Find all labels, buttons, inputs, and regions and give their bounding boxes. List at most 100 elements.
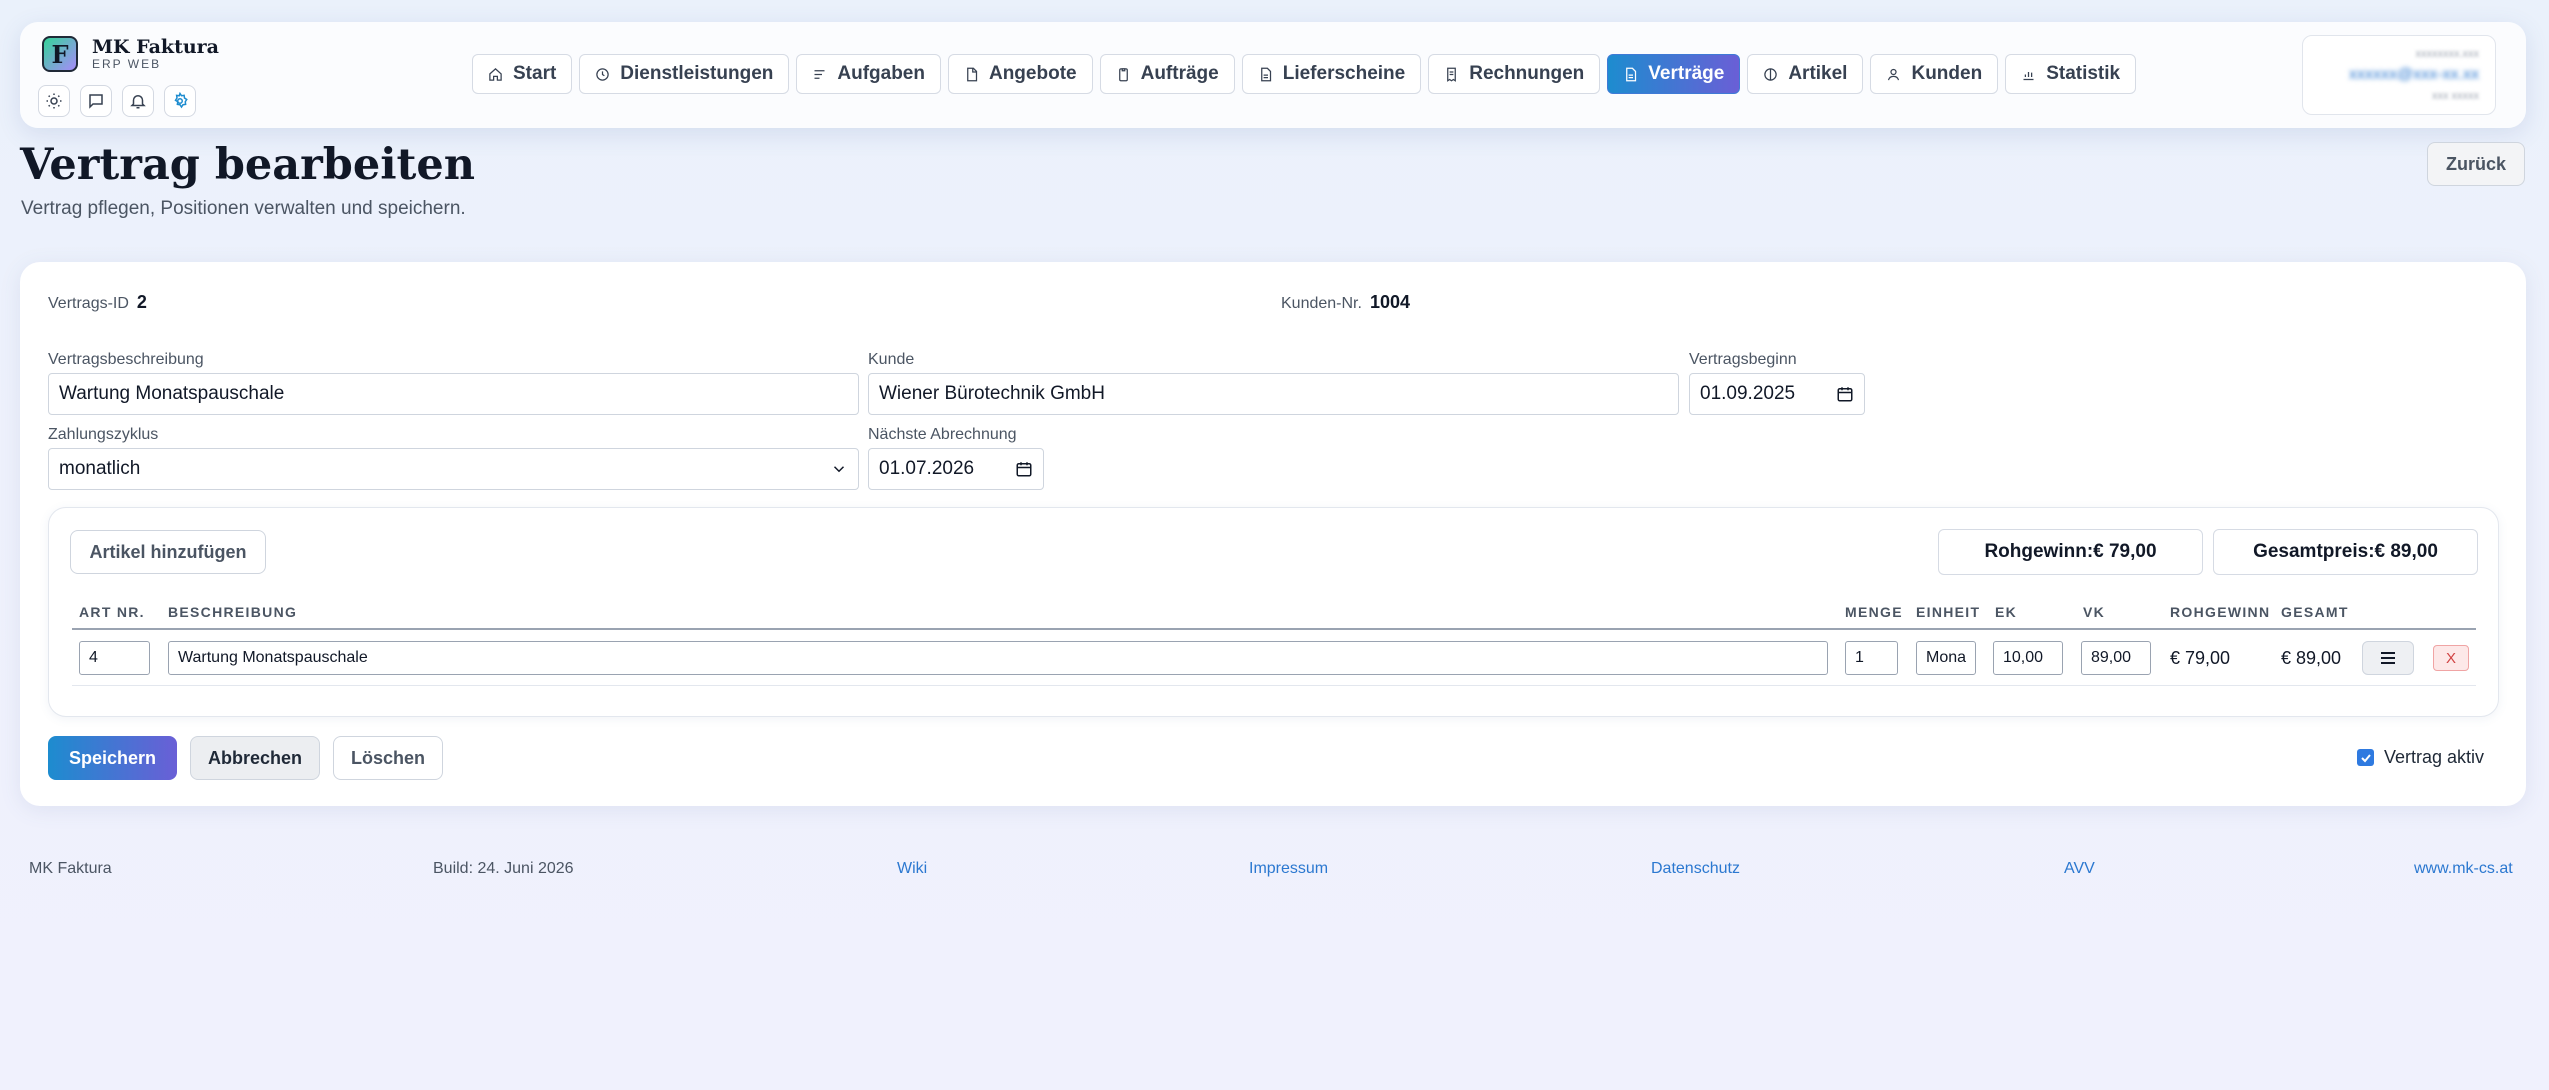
row-gross-profit: € 79,00	[2170, 648, 2231, 668]
contract-active-checkbox[interactable]	[2357, 749, 2374, 766]
ek-input[interactable]: 10,00	[1993, 641, 2063, 675]
nav-auftraege[interactable]: Aufträge	[1099, 54, 1235, 94]
clipboard-icon	[1118, 67, 1128, 81]
next-billing-label: Nächste Abrechnung	[868, 426, 1017, 443]
payment-cycle-value: monatlich	[59, 458, 141, 479]
gross-profit-summary: Rohgewinn:€ 79,00	[1938, 529, 2203, 575]
user-line-1: xxxxxxxx.xxx	[2415, 48, 2479, 60]
nav-angebote[interactable]: Angebote	[947, 54, 1093, 94]
col-header-quantity: MENGE	[1845, 604, 1903, 620]
delete-button[interactable]: Löschen	[333, 736, 443, 780]
user-email: xxxxxx@xxx-xx.xx	[2348, 66, 2479, 83]
footer-app-name: MK Faktura	[29, 860, 112, 877]
nav-artikel[interactable]: Artikel	[1747, 54, 1864, 94]
nav-start-label: Start	[513, 63, 557, 84]
customer-label: Kunde	[868, 351, 915, 368]
settings-button[interactable]	[164, 85, 196, 117]
notifications-button[interactable]	[122, 85, 154, 117]
user-menu[interactable]: xxxxxxxx.xxx xxxxxx@xxx-xx.xx xxx xxxxx	[2302, 35, 2496, 115]
brand[interactable]: F MK Faktura ERP WEB	[42, 36, 219, 72]
art-nr-input[interactable]: 4	[79, 641, 150, 675]
cancel-button[interactable]: Abbrechen	[190, 736, 320, 780]
theme-toggle-button[interactable]	[38, 85, 70, 117]
check-icon	[2360, 753, 2371, 762]
next-billing-value: 01.07.2026	[879, 458, 975, 479]
nav-lieferscheine-label: Lieferscheine	[1282, 63, 1406, 84]
footer-link-wiki[interactable]: Wiki	[897, 860, 927, 878]
footer-link-website[interactable]: www.mk-cs.at	[2414, 860, 2513, 878]
bell-icon	[130, 95, 146, 109]
page-title: Vertrag bearbeiten	[20, 140, 476, 190]
calendar-icon[interactable]	[1836, 385, 1854, 403]
nav-statistik-label: Statistik	[2046, 63, 2121, 84]
gear-icon	[174, 92, 188, 109]
top-navigation-bar: F MK Faktura ERP WEB Start Dienstleistun…	[20, 22, 2526, 128]
nav-statistik[interactable]: Statistik	[2005, 54, 2137, 94]
customer-number-value: 1004	[1369, 292, 1410, 312]
chevron-down-icon	[833, 466, 845, 473]
chart-icon	[2023, 71, 2034, 80]
nav-rechnungen[interactable]: Rechnungen	[1428, 54, 1601, 94]
customer-number-label: Kunden-Nr.	[1281, 295, 1362, 312]
messages-button[interactable]	[80, 85, 112, 117]
row-description-input[interactable]: Wartung Monatspauschale	[168, 641, 1828, 675]
add-article-button[interactable]: Artikel hinzufügen	[70, 530, 266, 574]
footer-link-privacy[interactable]: Datenschutz	[1651, 860, 1740, 878]
unit-input[interactable]: Mona	[1916, 641, 1976, 675]
contract-active-toggle[interactable]: Vertrag aktiv	[2357, 747, 2484, 768]
nav-auftraege-label: Aufträge	[1140, 63, 1219, 84]
footer-link-imprint[interactable]: Impressum	[1249, 860, 1328, 878]
back-button[interactable]: Zurück	[2427, 142, 2525, 186]
col-header-vk: VK	[2083, 604, 2106, 620]
row-total: € 89,00	[2281, 648, 2342, 668]
user-line-3: xxx xxxxx	[2431, 90, 2479, 102]
hamburger-icon	[2381, 652, 2395, 664]
total-price-summary: Gesamtpreis:€ 89,00	[2213, 529, 2478, 575]
nav-lieferscheine[interactable]: Lieferscheine	[1241, 54, 1422, 94]
col-header-description: BESCHREIBUNG	[168, 604, 298, 620]
col-header-total: GESAMT	[2281, 604, 2349, 620]
row-menu-button[interactable]	[2362, 641, 2414, 675]
contract-id-value: 2	[136, 292, 147, 312]
footer-link-avv[interactable]: AVV	[2064, 860, 2095, 878]
brand-logo: F	[42, 36, 78, 72]
row-delete-button[interactable]: X	[2433, 645, 2469, 671]
description-label: Vertragsbeschreibung	[48, 351, 204, 368]
quick-actions	[38, 85, 196, 117]
nav-kunden-label: Kunden	[1911, 63, 1983, 84]
home-icon	[489, 67, 502, 81]
nav-vertraege[interactable]: Verträge	[1607, 54, 1741, 94]
next-billing-field[interactable]: 01.07.2026	[868, 448, 1044, 490]
nav-kunden[interactable]: Kunden	[1870, 54, 1999, 94]
nav-aufgaben[interactable]: Aufgaben	[796, 54, 941, 94]
quantity-input[interactable]: 1	[1845, 641, 1898, 675]
payment-cycle-label: Zahlungszyklus	[48, 426, 159, 443]
footer-build: Build: 24. Juni 2026	[433, 860, 574, 877]
chat-icon	[89, 94, 103, 109]
col-header-ek: EK	[1995, 604, 2018, 620]
nav-aufgaben-label: Aufgaben	[837, 63, 925, 84]
nav-rechnungen-label: Rechnungen	[1469, 63, 1585, 84]
receipt-icon	[1447, 67, 1457, 82]
table-header-divider	[72, 628, 2476, 630]
brand-subtitle: ERP WEB	[92, 57, 162, 71]
nav-vertraege-label: Verträge	[1648, 63, 1725, 84]
customer-field[interactable]: Wiener Bürotechnik GmbH	[868, 373, 1679, 415]
nav-start[interactable]: Start	[472, 54, 573, 94]
brand-name: MK Faktura	[92, 36, 219, 58]
document-icon	[1260, 67, 1271, 81]
calendar-icon[interactable]	[1015, 460, 1033, 478]
nav-dienstleistungen[interactable]: Dienstleistungen	[579, 54, 790, 94]
description-value: Wartung Monatspauschale	[59, 383, 285, 404]
payment-cycle-select[interactable]: monatlich	[48, 448, 859, 490]
contract-id: Vertrags-ID 2	[48, 292, 147, 313]
customer-value: Wiener Bürotechnik GmbH	[879, 383, 1105, 404]
save-button[interactable]: Speichern	[48, 736, 177, 780]
start-date-field[interactable]: 01.09.2025	[1689, 373, 1865, 415]
vk-input[interactable]: 89,00	[2081, 641, 2151, 675]
page-subtitle: Vertrag pflegen, Positionen verwalten un…	[21, 198, 466, 219]
list-icon	[814, 69, 825, 79]
document-icon	[967, 67, 978, 81]
description-field[interactable]: Wartung Monatspauschale	[48, 373, 859, 415]
user-icon	[1888, 68, 1900, 80]
